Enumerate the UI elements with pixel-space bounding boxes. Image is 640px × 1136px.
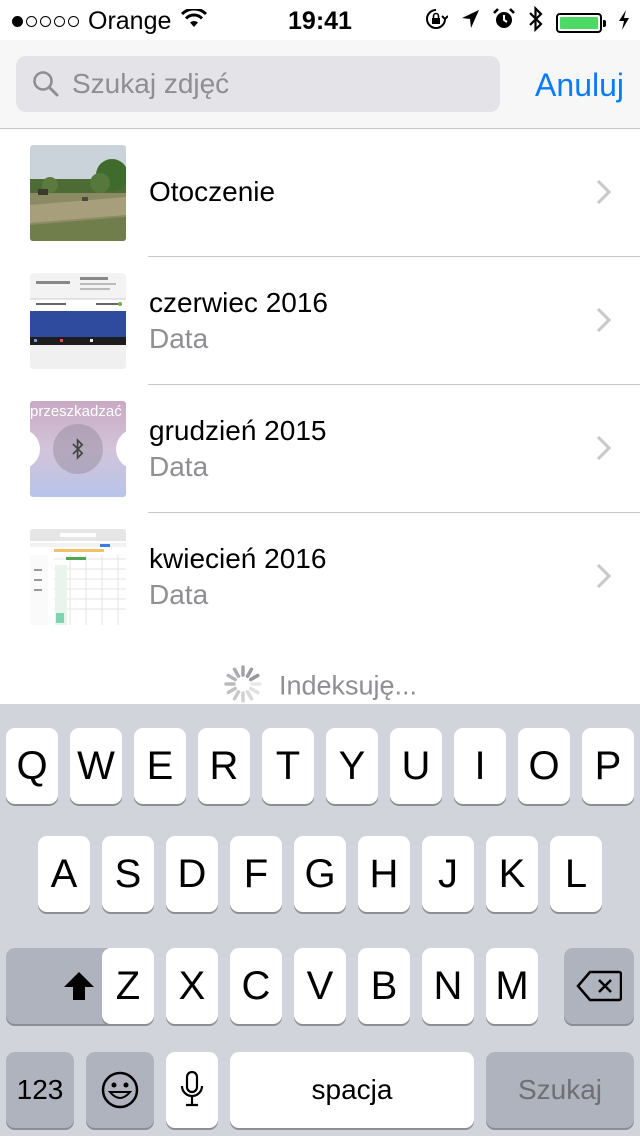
search-field[interactable] bbox=[16, 56, 500, 112]
status-right bbox=[424, 5, 630, 39]
list-item-title: kwiecień 2016 bbox=[149, 543, 327, 574]
key-x[interactable]: X bbox=[166, 948, 218, 1024]
key-n[interactable]: N bbox=[422, 948, 474, 1024]
key-f[interactable]: F bbox=[230, 836, 282, 912]
list-item-title: czerwiec 2016 bbox=[149, 287, 328, 318]
list-item[interactable]: Otoczenie bbox=[0, 129, 640, 257]
key-g[interactable]: G bbox=[294, 836, 346, 912]
space-key[interactable]: spacja bbox=[230, 1052, 474, 1128]
chevron-right-icon bbox=[596, 435, 612, 461]
list-item-title: Otoczenie bbox=[149, 176, 276, 207]
thumbnail-circle bbox=[30, 429, 40, 469]
key-u[interactable]: U bbox=[390, 728, 442, 804]
thumbnail-caption: przeszkadzać bbox=[30, 403, 122, 420]
key-a[interactable]: A bbox=[38, 836, 90, 912]
key-e[interactable]: E bbox=[134, 728, 186, 804]
key-r[interactable]: R bbox=[198, 728, 250, 804]
search-key[interactable]: Szukaj bbox=[486, 1052, 634, 1128]
alarm-icon bbox=[492, 7, 516, 38]
chevron-right-icon bbox=[596, 563, 612, 589]
orientation-lock-icon bbox=[424, 7, 449, 38]
bluetooth-icon bbox=[53, 424, 103, 474]
search-results-list: Otoczenie czerwiec 2016 Data przeszkadza… bbox=[0, 129, 640, 641]
key-i[interactable]: I bbox=[454, 728, 506, 804]
search-bar: Anuluj bbox=[0, 40, 640, 129]
key-z[interactable]: Z bbox=[102, 948, 154, 1024]
key-o[interactable]: O bbox=[518, 728, 570, 804]
key-m[interactable]: M bbox=[486, 948, 538, 1024]
key-j[interactable]: J bbox=[422, 836, 474, 912]
list-item-subtitle: Data bbox=[149, 451, 209, 482]
list-item-title: grudzień 2015 bbox=[149, 415, 327, 446]
bluetooth-icon bbox=[528, 5, 544, 39]
numbers-key[interactable]: 123 bbox=[6, 1052, 74, 1128]
landscape-thumbnail bbox=[30, 145, 126, 241]
list-item-subtitle: Data bbox=[149, 323, 209, 354]
key-b[interactable]: B bbox=[358, 948, 410, 1024]
search-input[interactable] bbox=[70, 67, 474, 101]
calendar-screenshot-thumbnail bbox=[30, 529, 126, 625]
key-d[interactable]: D bbox=[166, 836, 218, 912]
list-item[interactable]: przeszkadzać grudzień 2015 Data bbox=[0, 385, 640, 513]
key-h[interactable]: H bbox=[358, 836, 410, 912]
delete-key[interactable] bbox=[564, 948, 634, 1024]
indexing-label: Indeksuję... bbox=[278, 670, 418, 701]
emoji-key[interactable] bbox=[86, 1052, 154, 1128]
keyboard: 123 spacja Szukaj QWERTYUIOP ASDFGHJKL ZXC… bbox=[0, 704, 640, 1136]
battery-icon bbox=[556, 12, 606, 33]
location-arrow-icon bbox=[460, 8, 480, 37]
key-s[interactable]: S bbox=[102, 836, 154, 912]
battery-fill bbox=[560, 16, 598, 29]
chevron-right-icon bbox=[596, 179, 612, 205]
chevron-right-icon bbox=[596, 307, 612, 333]
status-bar: Orange 19:41 bbox=[0, 0, 640, 40]
charging-bolt-icon bbox=[618, 9, 630, 37]
key-v[interactable]: V bbox=[294, 948, 346, 1024]
shift-arrow-icon bbox=[64, 972, 94, 1000]
key-w[interactable]: W bbox=[70, 728, 122, 804]
key-k[interactable]: K bbox=[486, 836, 538, 912]
key-t[interactable]: T bbox=[262, 728, 314, 804]
list-item[interactable]: kwiecień 2016 Data bbox=[0, 513, 640, 641]
list-item-subtitle: Data bbox=[149, 579, 209, 610]
sleep-tracker-thumbnail bbox=[30, 273, 126, 369]
search-icon bbox=[33, 71, 59, 97]
key-p[interactable]: P bbox=[582, 728, 634, 804]
dictation-key[interactable] bbox=[166, 1052, 218, 1128]
backspace-icon bbox=[576, 970, 622, 1002]
key-q[interactable]: Q bbox=[6, 728, 58, 804]
cancel-button[interactable]: Anuluj bbox=[535, 67, 624, 104]
thumbnail-circle bbox=[116, 429, 126, 469]
microphone-icon bbox=[180, 1070, 204, 1107]
key-l[interactable]: L bbox=[550, 836, 602, 912]
key-y[interactable]: Y bbox=[326, 728, 378, 804]
key-c[interactable]: C bbox=[230, 948, 282, 1024]
emoji-icon bbox=[101, 1071, 139, 1109]
bluetooth-screenshot-thumbnail: przeszkadzać bbox=[30, 401, 126, 497]
list-item[interactable]: czerwiec 2016 Data bbox=[0, 257, 640, 385]
